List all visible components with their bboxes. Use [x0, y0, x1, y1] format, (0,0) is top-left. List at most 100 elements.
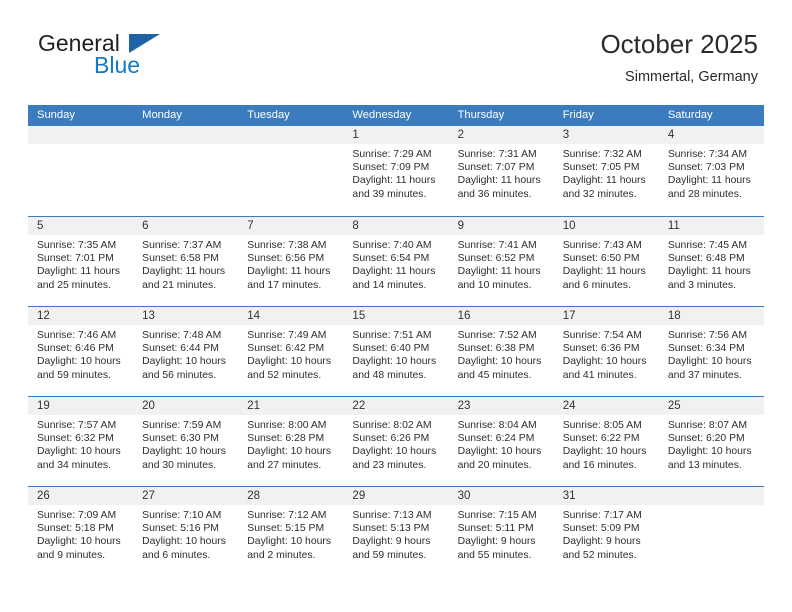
day-sunrise: Sunrise: 7:13 AM [352, 510, 432, 521]
day-daylight-line: and 56 minutes. [142, 369, 217, 381]
day-daylight-line: and 55 minutes. [457, 549, 532, 561]
day-number [238, 126, 344, 144]
day-cell[interactable]: 1 Sunrise: 7:29 AM Sunset: 7:09 PM Daylight… [343, 126, 449, 216]
page-title: October 2025 [600, 29, 758, 59]
day-details: Sunrise: 7:57 AM Sunset: 6:32 PM Daylight:… [28, 415, 133, 472]
day-details: Sunrise: 7:32 AM Sunset: 7:05 PM Daylight:… [554, 144, 659, 201]
calendar-grid: Sunday Monday Tuesday Wednesday Thursday Frid… [28, 105, 764, 576]
day-details: Sunrise: 8:07 AM Sunset: 6:20 PM Daylight:… [659, 415, 764, 472]
day-number: 7 [238, 217, 344, 235]
day-cell[interactable]: 16 Sunrise: 7:52 AM Sunset: 6:38 PM Dayligh… [448, 307, 554, 396]
day-sunset: Sunset: 5:09 PM [562, 523, 640, 535]
day-cell[interactable]: 14 Sunrise: 7:49 AM Sunset: 6:42 PM Dayligh… [238, 307, 344, 396]
day-details: Sunrise: 8:02 AM Sunset: 6:26 PM Daylight:… [343, 415, 448, 472]
day-sunset: Sunset: 6:58 PM [142, 253, 219, 265]
day-sunset: Sunset: 5:15 PM [247, 523, 325, 535]
weekday-header-monday: Monday [142, 109, 182, 121]
day-cell[interactable]: 20 Sunrise: 7:59 AM Sunset: 6:30 PM Dayligh… [133, 397, 239, 486]
day-number [133, 126, 239, 144]
day-cell[interactable]: 9 Sunrise: 7:41 AM Sunset: 6:52 PM Daylight… [448, 217, 554, 306]
day-sunset: Sunset: 7:07 PM [457, 162, 535, 174]
day-sunset: Sunset: 6:42 PM [247, 343, 325, 355]
day-cell[interactable]: 10 Sunrise: 7:43 AM Sunset: 6:50 PM Dayligh… [553, 217, 659, 306]
day-cell[interactable]: 3 Sunrise: 7:32 AM Sunset: 7:05 PM Daylight… [553, 126, 659, 216]
day-sunset: Sunset: 6:28 PM [247, 433, 325, 445]
brand-triangle-icon [129, 34, 160, 53]
day-cell[interactable]: 21 Sunrise: 8:00 AM Sunset: 6:28 PM Dayligh… [238, 397, 344, 486]
day-number: 23 [448, 397, 554, 415]
day-daylight-line: Daylight: 11 hours [352, 175, 436, 187]
day-daylight-line: Daylight: 11 hours [562, 175, 646, 187]
day-cell[interactable]: 28 Sunrise: 7:12 AM Sunset: 5:15 PM Dayligh… [238, 487, 344, 576]
day-details: Sunrise: 7:37 AM Sunset: 6:58 PM Daylight:… [133, 235, 238, 292]
day-daylight-line: and 9 minutes. [37, 549, 106, 561]
day-daylight-line: Daylight: 10 hours [37, 446, 121, 458]
day-cell[interactable]: 19 Sunrise: 7:57 AM Sunset: 6:32 PM Dayligh… [28, 397, 134, 486]
day-sunrise: Sunrise: 8:07 AM [667, 420, 747, 431]
day-cell[interactable]: 31 Sunrise: 7:17 AM Sunset: 5:09 PM Dayligh… [553, 487, 659, 576]
day-cell[interactable]: 17 Sunrise: 7:54 AM Sunset: 6:36 PM Dayligh… [553, 307, 659, 396]
day-cell[interactable]: 25 Sunrise: 8:07 AM Sunset: 6:20 PM Dayligh… [658, 397, 764, 486]
day-details: Sunrise: 7:48 AM Sunset: 6:44 PM Daylight:… [133, 325, 238, 382]
day-number: 13 [133, 307, 239, 325]
day-sunset: Sunset: 6:40 PM [352, 343, 430, 355]
day-details: Sunrise: 7:49 AM Sunset: 6:42 PM Daylight:… [238, 325, 343, 382]
day-sunrise: Sunrise: 7:37 AM [142, 240, 222, 251]
day-cell[interactable]: 2 Sunrise: 7:31 AM Sunset: 7:07 PM Daylight… [448, 126, 554, 216]
day-cell[interactable]: 24 Sunrise: 8:05 AM Sunset: 6:22 PM Dayligh… [553, 397, 659, 486]
day-daylight-line: and 13 minutes. [667, 459, 742, 471]
day-cell[interactable]: 12 Sunrise: 7:46 AM Sunset: 6:46 PM Dayligh… [28, 307, 134, 396]
day-cell[interactable]: 8 Sunrise: 7:40 AM Sunset: 6:54 PM Daylight… [343, 217, 449, 306]
day-cell-empty [133, 126, 239, 216]
day-number: 19 [28, 397, 134, 415]
day-daylight-line: and 32 minutes. [562, 188, 637, 200]
day-cell[interactable]: 7 Sunrise: 7:38 AM Sunset: 6:56 PM Daylight… [238, 217, 344, 306]
day-daylight-line: and 25 minutes. [37, 279, 111, 291]
day-daylight-line: and 23 minutes. [352, 459, 427, 471]
day-details: Sunrise: 7:41 AM Sunset: 6:52 PM Daylight:… [449, 235, 554, 292]
weeks-container: 1 Sunrise: 7:29 AM Sunset: 7:09 PM Daylight… [28, 126, 764, 576]
day-cell[interactable]: 27 Sunrise: 7:10 AM Sunset: 5:16 PM Dayligh… [133, 487, 239, 576]
day-details: Sunrise: 7:29 AM Sunset: 7:09 PM Daylight:… [343, 144, 448, 201]
day-number: 5 [28, 217, 134, 235]
day-number: 26 [28, 487, 134, 505]
day-details: Sunrise: 7:45 AM Sunset: 6:48 PM Daylight:… [659, 235, 764, 292]
day-number: 18 [658, 307, 764, 325]
day-number: 24 [553, 397, 659, 415]
day-daylight-line: and 27 minutes. [247, 459, 322, 471]
brand-logo[interactable]: General Blue [34, 28, 264, 92]
day-number: 4 [658, 126, 764, 144]
day-cell[interactable]: 18 Sunrise: 7:56 AM Sunset: 6:34 PM Dayligh… [658, 307, 764, 396]
day-daylight-line: and 34 minutes. [37, 459, 111, 471]
day-cell[interactable]: 13 Sunrise: 7:48 AM Sunset: 6:44 PM Dayligh… [133, 307, 239, 396]
day-daylight-line: and 6 minutes. [562, 279, 631, 291]
day-daylight-line: Daylight: 11 hours [457, 175, 541, 187]
day-daylight-line: and 59 minutes. [37, 369, 111, 381]
day-details: Sunrise: 7:10 AM Sunset: 5:16 PM Daylight:… [133, 505, 238, 562]
calendar-page: General Blue October 2025 Simmertal, Ger… [0, 0, 792, 612]
day-cell[interactable]: 22 Sunrise: 8:02 AM Sunset: 6:26 PM Dayligh… [343, 397, 449, 486]
day-cell[interactable]: 6 Sunrise: 7:37 AM Sunset: 6:58 PM Daylight… [133, 217, 239, 306]
day-details: Sunrise: 8:05 AM Sunset: 6:22 PM Daylight:… [554, 415, 659, 472]
day-cell[interactable]: 23 Sunrise: 8:04 AM Sunset: 6:24 PM Dayligh… [448, 397, 554, 486]
day-cell[interactable]: 26 Sunrise: 7:09 AM Sunset: 5:18 PM Dayligh… [28, 487, 134, 576]
day-cell[interactable]: 15 Sunrise: 7:51 AM Sunset: 6:40 PM Dayligh… [343, 307, 449, 396]
day-number: 8 [343, 217, 449, 235]
day-cell[interactable]: 29 Sunrise: 7:13 AM Sunset: 5:13 PM Dayligh… [343, 487, 449, 576]
day-sunset: Sunset: 6:46 PM [37, 343, 114, 355]
day-details: Sunrise: 7:40 AM Sunset: 6:54 PM Daylight:… [343, 235, 448, 292]
day-cell[interactable]: 5 Sunrise: 7:35 AM Sunset: 7:01 PM Daylight… [28, 217, 134, 306]
day-number: 22 [343, 397, 449, 415]
day-number [658, 487, 764, 505]
day-details: Sunrise: 7:31 AM Sunset: 7:07 PM Daylight:… [449, 144, 554, 201]
day-sunrise: Sunrise: 7:59 AM [142, 420, 222, 431]
day-number [28, 126, 134, 144]
day-cell[interactable]: 30 Sunrise: 7:15 AM Sunset: 5:11 PM Dayligh… [448, 487, 554, 576]
day-cell[interactable]: 11 Sunrise: 7:45 AM Sunset: 6:48 PM Dayligh… [658, 217, 764, 306]
day-sunrise: Sunrise: 7:46 AM [37, 330, 117, 341]
day-daylight-line: and 45 minutes. [457, 369, 532, 381]
day-details: Sunrise: 7:09 AM Sunset: 5:18 PM Daylight:… [28, 505, 133, 562]
day-sunrise: Sunrise: 7:12 AM [247, 510, 327, 521]
day-daylight-line: Daylight: 10 hours [562, 446, 647, 458]
day-cell[interactable]: 4 Sunrise: 7:34 AM Sunset: 7:03 PM Daylight… [658, 126, 764, 216]
